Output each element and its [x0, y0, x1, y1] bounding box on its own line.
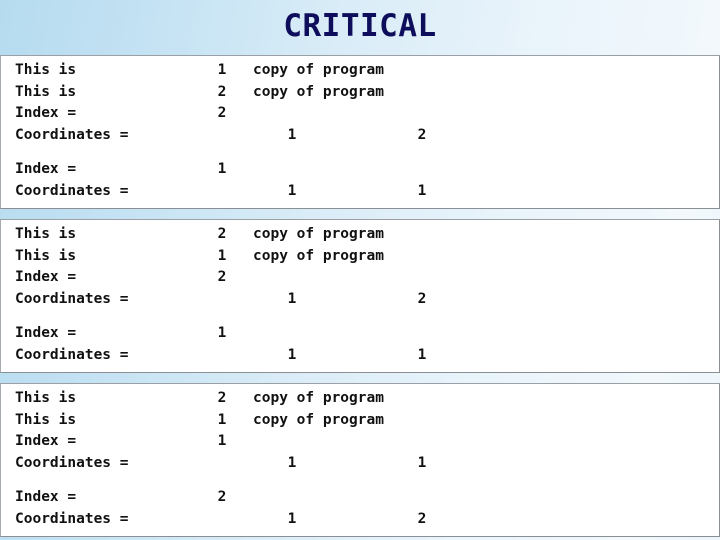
console-line-label: Coordinates =: [15, 346, 129, 363]
console-line: Index = 1: [1, 159, 719, 181]
console-line-number: 1: [217, 411, 227, 428]
console-line-label: Coordinates =: [15, 290, 129, 307]
console-line-number: 1: [217, 433, 227, 449]
console-output-stack: This is 1 copy of program This is 2 copy of p…: [0, 55, 720, 537]
console-line-number: 2: [217, 489, 227, 505]
console-output-block: This is 2 copy of program This is 1 copy of p…: [0, 383, 720, 537]
console-line-label: This is: [15, 83, 77, 100]
console-line-text: copy of program: [253, 226, 384, 242]
console-line: Index = 2: [1, 267, 719, 289]
console-coordinate-x: 1: [287, 454, 297, 471]
console-output-block: This is 2 copy of program This is 1 copy of p…: [0, 219, 720, 373]
console-line-number: 2: [217, 226, 227, 242]
console-line: Index = 1: [1, 323, 719, 345]
console-coordinate-y: 1: [417, 346, 427, 363]
console-line: Coordinates = 1 1: [1, 453, 719, 475]
console-line-number: 1: [217, 247, 227, 264]
console-line-number: 2: [217, 105, 227, 121]
console-line: This is 2 copy of program: [1, 224, 719, 246]
slide-root: CRITICAL This is 1 copy of program This is 2…: [0, 0, 720, 540]
console-line-text: copy of program: [253, 83, 384, 100]
console-line-text: copy of program: [253, 390, 384, 406]
console-line-number: 2: [217, 390, 227, 406]
console-line: Coordinates = 1 2: [1, 125, 719, 147]
console-line: Coordinates = 1 2: [1, 509, 719, 531]
console-line: Index = 2: [1, 487, 719, 509]
console-line-label: Coordinates =: [15, 510, 129, 527]
console-line-label: Coordinates =: [15, 182, 129, 199]
console-coordinate-y: 2: [417, 290, 427, 307]
console-line-label: Index =: [15, 489, 77, 505]
console-line: This is 1 copy of program: [1, 60, 719, 82]
console-line: This is 1 copy of program: [1, 410, 719, 432]
console-coordinate-x: 1: [287, 346, 297, 363]
console-line-label: Index =: [15, 269, 77, 285]
console-line-label: Index =: [15, 325, 77, 341]
console-coordinate-y: 1: [417, 454, 427, 471]
console-line: This is 1 copy of program: [1, 246, 719, 268]
console-coordinate-x: 1: [287, 182, 297, 199]
console-line: Coordinates = 1 1: [1, 345, 719, 367]
console-coordinate-x: 1: [287, 290, 297, 307]
console-coordinate-x: 1: [287, 126, 297, 143]
console-coordinate-y: 2: [417, 126, 427, 143]
console-line-label: Index =: [15, 433, 77, 449]
console-line-number: 2: [217, 83, 227, 100]
console-output-block: This is 1 copy of program This is 2 copy of p…: [0, 55, 720, 209]
console-line: Coordinates = 1 1: [1, 181, 719, 203]
block-separator-gap: [0, 209, 720, 219]
console-line: This is 2 copy of program: [1, 82, 719, 104]
console-coordinate-y: 1: [417, 182, 427, 199]
console-line-number: 1: [217, 161, 227, 177]
console-line: Index = 2: [1, 103, 719, 125]
console-line-label: Coordinates =: [15, 454, 129, 471]
console-coordinate-x: 1: [287, 510, 297, 527]
console-line-label: This is: [15, 247, 77, 264]
console-line-number: 1: [217, 62, 227, 78]
console-line-label: This is: [15, 226, 77, 242]
console-line-label: This is: [15, 411, 77, 428]
console-line-label: This is: [15, 62, 77, 78]
page-title: CRITICAL: [283, 8, 437, 44]
console-line-text: copy of program: [253, 411, 384, 428]
block-separator-gap: [0, 373, 720, 383]
console-line-label: Coordinates =: [15, 126, 129, 143]
console-line-number: 2: [217, 269, 227, 285]
console-line-label: Index =: [15, 161, 77, 177]
console-line-text: copy of program: [253, 247, 384, 264]
console-line-text: copy of program: [253, 62, 384, 78]
console-line: Index = 1: [1, 431, 719, 453]
console-coordinate-y: 2: [417, 510, 427, 527]
console-line: Coordinates = 1 2: [1, 289, 719, 311]
console-line-number: 1: [217, 325, 227, 341]
console-line-label: Index =: [15, 105, 77, 121]
console-line: This is 2 copy of program: [1, 388, 719, 410]
console-line-label: This is: [15, 390, 77, 406]
